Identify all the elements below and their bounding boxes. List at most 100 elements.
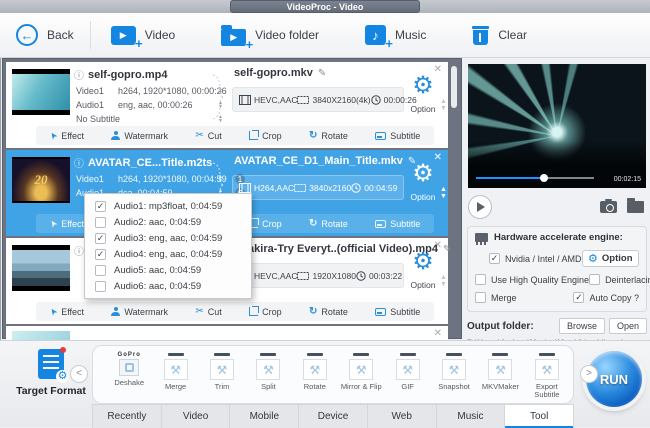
- audio-track-option[interactable]: Audio3: eng, aac, 0:04:59: [85, 230, 251, 246]
- source-filename: self-gopro.mp4: [88, 69, 167, 81]
- checkbox[interactable]: [475, 292, 486, 303]
- video-thumbnail: [12, 331, 70, 340]
- auto-copy-checkbox[interactable]: Auto Copy ?: [573, 292, 639, 303]
- snapshot-icon[interactable]: [600, 201, 617, 213]
- reorder-arrows[interactable]: ▲▼: [440, 274, 447, 288]
- action-subtitle[interactable]: Subtitle: [375, 307, 420, 317]
- checkbox[interactable]: [589, 274, 600, 285]
- target-format-icon: ⚙: [38, 349, 64, 379]
- gopro-brand: GoPro: [107, 352, 151, 359]
- add-video-button[interactable]: ▶ Video: [111, 26, 175, 45]
- audio-track-option[interactable]: Audio6: aac, 0:04:59: [85, 278, 251, 294]
- high-quality-checkbox[interactable]: Use High Quality Engine: [475, 274, 589, 285]
- list-scrollbar[interactable]: [450, 62, 458, 335]
- edit-name-icon[interactable]: ✎: [318, 68, 326, 79]
- action-watermark[interactable]: Watermark: [111, 131, 168, 141]
- audio-track-option[interactable]: Audio2: aac, 0:04:59: [85, 214, 251, 230]
- audio-track-menu: Audio1: mp3float, 0:04:59 Audio2: aac, 0…: [84, 193, 252, 299]
- toolbar-divider: [90, 21, 91, 49]
- tool-split[interactable]: ⚒ Split: [246, 351, 290, 391]
- codec-option-button[interactable]: ⚙ Option: [406, 249, 440, 293]
- tool-rotate[interactable]: ⚒ Rotate: [293, 351, 337, 391]
- audio-track-option[interactable]: Audio4: eng, aac, 0:04:59: [85, 246, 251, 262]
- action-rotate[interactable]: ↻Rotate: [309, 218, 348, 229]
- deinterlacing-checkbox[interactable]: Deinterlacing: [589, 274, 650, 285]
- tool-snapshot[interactable]: ⚒ Snapshot: [432, 351, 476, 391]
- tool-deshake[interactable]: GoPro Deshake: [107, 351, 151, 387]
- tools-panel: GoPro Deshake ⚒ Merge ⚒ Trim ⚒ Split ⚒ R…: [92, 345, 574, 404]
- action-effect[interactable]: ➤Effect: [50, 306, 84, 317]
- codec-option-button[interactable]: ⚙ Option: [406, 161, 440, 205]
- action-effect[interactable]: ➤Effect: [50, 218, 84, 229]
- action-cut[interactable]: ✂Cut: [195, 306, 221, 317]
- action-rotate[interactable]: ↻Rotate: [309, 306, 348, 317]
- close-icon[interactable]: ✕: [434, 328, 442, 339]
- gpu-checkbox[interactable]: Nvidia / Intel / AMD: [489, 253, 582, 264]
- scroll-left-chevron[interactable]: <: [70, 365, 88, 383]
- tab-music[interactable]: Music: [437, 405, 506, 428]
- tool-mkvmaker[interactable]: ⚒ MKVMaker: [478, 351, 522, 391]
- add-video-folder-button[interactable]: ▶ Video folder: [221, 25, 319, 46]
- action-subtitle[interactable]: Subtitle: [375, 219, 420, 229]
- action-subtitle[interactable]: Subtitle: [375, 131, 420, 141]
- rotate-icon: ↻: [309, 130, 317, 141]
- file-row-1[interactable]: ✕ ⓘ self-gopro.mp4 Video1h264, 1920*1080…: [6, 62, 448, 148]
- checkbox[interactable]: [95, 249, 106, 260]
- back-button[interactable]: ← Back: [16, 24, 74, 46]
- checkbox[interactable]: [573, 292, 584, 303]
- tab-web[interactable]: Web: [368, 405, 437, 428]
- tool-mirror-flip[interactable]: ⚒ Mirror & Flip: [339, 351, 383, 391]
- checkbox[interactable]: [489, 253, 500, 264]
- action-crop[interactable]: Crop: [249, 131, 282, 141]
- option-label: Option: [410, 104, 435, 114]
- file-row-4-partial[interactable]: ✕: [6, 326, 448, 340]
- checkbox[interactable]: [95, 233, 106, 244]
- checkbox[interactable]: [95, 217, 106, 228]
- reorder-arrows[interactable]: ▲▼: [440, 186, 447, 200]
- tab-device[interactable]: Device: [299, 405, 368, 428]
- tool-merge[interactable]: ⚒ Merge: [153, 351, 197, 391]
- info-icon[interactable]: ⓘ: [74, 155, 84, 170]
- clear-button[interactable]: Clear: [472, 25, 527, 45]
- open-button[interactable]: Open: [609, 318, 647, 334]
- seek-handle[interactable]: [540, 174, 548, 182]
- action-crop[interactable]: Crop: [249, 219, 282, 229]
- audio-track-option[interactable]: Audio1: mp3float, 0:04:59: [85, 198, 251, 214]
- browse-button[interactable]: Browse: [559, 318, 605, 334]
- add-video-folder-icon: ▶: [221, 29, 246, 46]
- tool-trim[interactable]: ⚒ Trim: [200, 351, 244, 391]
- tab-tool[interactable]: Tool: [505, 405, 573, 428]
- action-cut[interactable]: ✂Cut: [195, 130, 221, 141]
- tab-video[interactable]: Video: [162, 405, 231, 428]
- tab-recently[interactable]: Recently: [93, 405, 162, 428]
- play-button[interactable]: [468, 195, 492, 219]
- checkbox[interactable]: [95, 201, 106, 212]
- codec-option-button[interactable]: ⚙ Option: [406, 73, 440, 117]
- scrollbar-thumb[interactable]: [451, 66, 457, 108]
- seek-bar[interactable]: [476, 177, 594, 179]
- scroll-right-chevron[interactable]: >: [580, 365, 598, 383]
- tab-mobile[interactable]: Mobile: [230, 405, 299, 428]
- add-music-label: Music: [395, 28, 426, 42]
- action-effect[interactable]: ➤Effect: [50, 130, 84, 141]
- option-label: Option: [410, 280, 435, 290]
- merge-checkbox[interactable]: Merge: [475, 292, 517, 303]
- checkbox[interactable]: [95, 265, 106, 276]
- action-crop[interactable]: Crop: [249, 307, 282, 317]
- reorder-arrows[interactable]: ▲▼: [440, 98, 447, 112]
- checkbox[interactable]: [95, 281, 106, 292]
- tool-icon: ⚒: [442, 359, 466, 380]
- duration-badge: 00:03:22: [356, 271, 402, 281]
- hardware-option-button[interactable]: ⚙ Option: [582, 250, 639, 267]
- audio-track-option[interactable]: Audio5: aac, 0:04:59: [85, 262, 251, 278]
- add-music-button[interactable]: ♪ Music: [365, 25, 426, 45]
- checkbox[interactable]: [475, 274, 486, 285]
- tool-gif[interactable]: ⚒ GIF: [385, 351, 429, 391]
- video-preview[interactable]: 00:02:15: [468, 64, 646, 188]
- open-folder-icon[interactable]: [627, 201, 644, 213]
- action-rotate[interactable]: ↻Rotate: [309, 130, 348, 141]
- info-icon[interactable]: ⓘ: [74, 243, 84, 258]
- info-icon[interactable]: ⓘ: [74, 67, 84, 82]
- action-watermark[interactable]: Watermark: [111, 307, 168, 317]
- tool-export-subtitle[interactable]: ⚒ Export Subtitle: [525, 351, 569, 399]
